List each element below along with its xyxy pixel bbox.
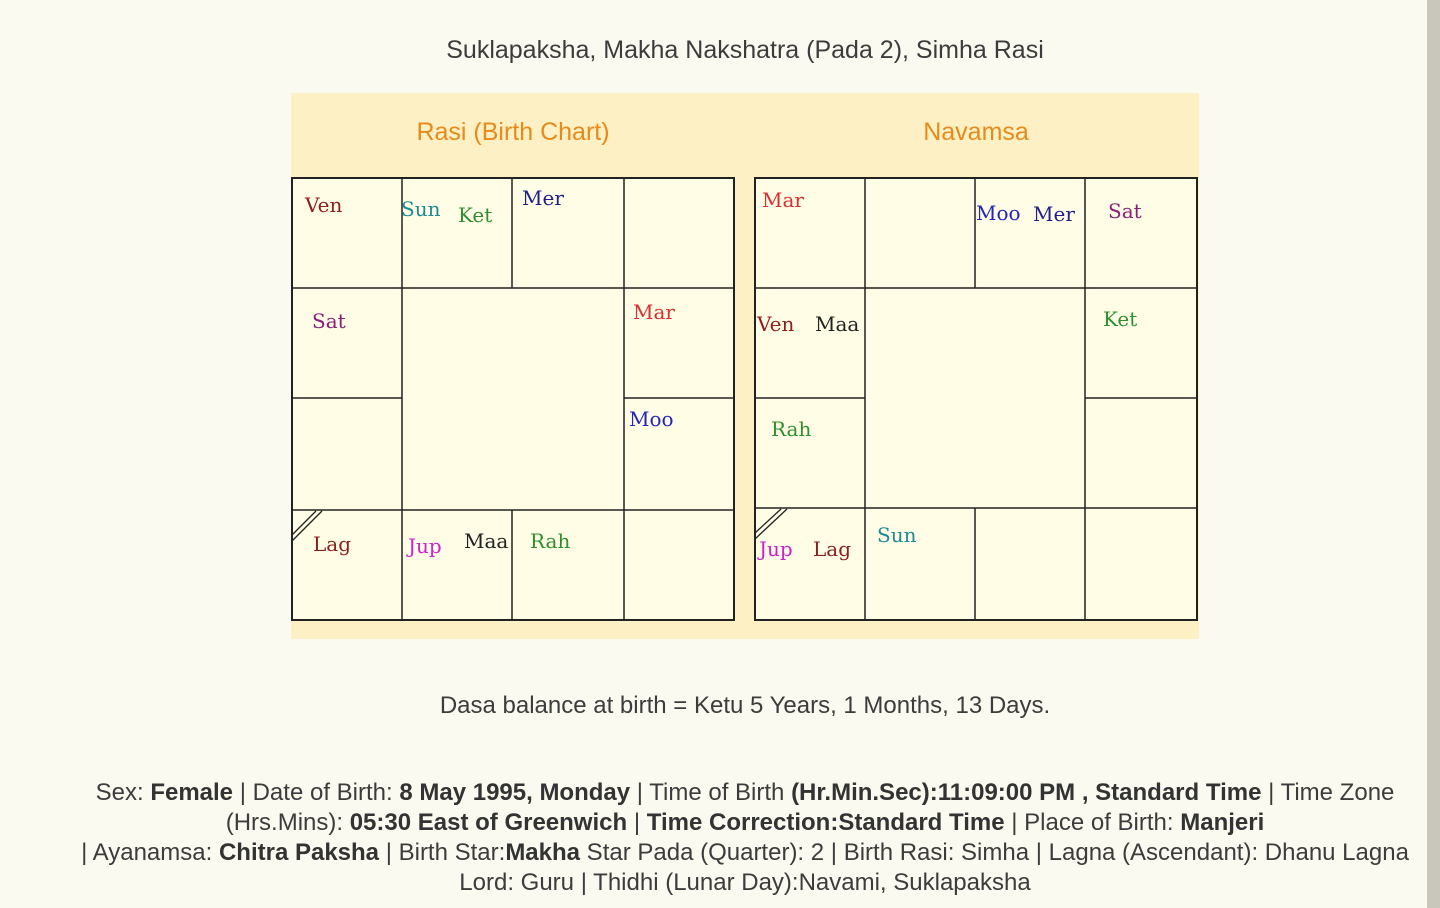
rasi-planet-lag: Lag: [313, 532, 352, 556]
birth-star-label: | Birth Star:: [379, 839, 506, 866]
navamsa-planet-moo: Moo: [976, 201, 1021, 225]
ayanamsa-value: Chitra Paksha: [218, 839, 380, 866]
time-correction-value: Time Correction:Standard Time: [646, 809, 1005, 836]
rasi-planet-ven: Ven: [305, 193, 343, 217]
navamsa-planet-rah: Rah: [771, 417, 812, 441]
birth-details-rest: Star Pada (Quarter): 2 | Birth Rasi: Sim…: [459, 839, 1409, 896]
sex-value: Female: [150, 779, 234, 806]
navamsa-planet-mer: Mer: [1033, 202, 1075, 226]
dasa-balance: Dasa balance at birth = Ketu 5 Years, 1 …: [439, 692, 1051, 719]
birth-star-value: Makha: [505, 839, 581, 866]
navamsa-planet-ven: Ven: [757, 312, 795, 336]
sex-label: Sex:: [95, 779, 151, 806]
scrollbar[interactable]: [1427, 0, 1440, 908]
birth-details: Sex: Female | Date of Birth: 8 May 1995,…: [60, 778, 1430, 898]
rasi-chart-title: Rasi (Birth Chart): [416, 118, 610, 146]
tob-value: (Hr.Min.Sec):11:09:00 PM , Standard Time: [791, 779, 1262, 806]
nakshatra-summary: Suklapaksha, Makha Nakshatra (Pada 2), S…: [446, 36, 1044, 64]
rasi-chart: Ven Sun Ket Mer Sat Mar Moo Lag Jup Maa …: [291, 177, 735, 621]
pob-label: | Place of Birth:: [1004, 809, 1181, 836]
rasi-planet-sun: Sun: [401, 197, 441, 221]
dob-label: | Date of Birth:: [233, 779, 400, 806]
navamsa-planet-mar: Mar: [762, 188, 804, 212]
timezone-value: 05:30 East of Greenwich: [349, 809, 628, 836]
dob-value: 8 May 1995, Monday: [399, 779, 631, 806]
rasi-planet-maa: Maa: [464, 529, 509, 553]
rasi-planet-moo: Moo: [629, 407, 674, 431]
navamsa-planet-lag: Lag: [813, 537, 852, 561]
rasi-chart-grid: [291, 177, 735, 621]
navamsa-chart: Mar Moo Mer Sat Ven Maa Ket Rah Jup Lag …: [754, 177, 1198, 621]
pob-value: Manjeri: [1180, 809, 1265, 836]
navamsa-planet-maa: Maa: [815, 312, 860, 336]
navamsa-planet-sat: Sat: [1108, 199, 1142, 223]
charts-panel: Rasi (Birth Chart) Ven Sun Ket Mer Sat M…: [291, 93, 1199, 639]
rasi-planet-mar: Mar: [633, 300, 675, 324]
navamsa-planet-jup: Jup: [759, 537, 793, 561]
tob-label: | Time of Birth: [630, 779, 792, 806]
navamsa-planet-sun: Sun: [877, 523, 917, 547]
rasi-planet-rah: Rah: [530, 529, 571, 553]
rasi-planet-sat: Sat: [312, 309, 346, 333]
rasi-planet-ket: Ket: [458, 203, 493, 227]
ayanamsa-label: | Ayanamsa:: [81, 839, 219, 866]
scrollbar-thumb[interactable]: [1427, 0, 1440, 908]
rasi-planet-jup: Jup: [408, 534, 442, 558]
navamsa-chart-title: Navamsa: [923, 118, 1029, 146]
navamsa-planet-ket: Ket: [1103, 307, 1138, 331]
rasi-planet-mer: Mer: [522, 186, 564, 210]
separator: |: [627, 809, 647, 836]
